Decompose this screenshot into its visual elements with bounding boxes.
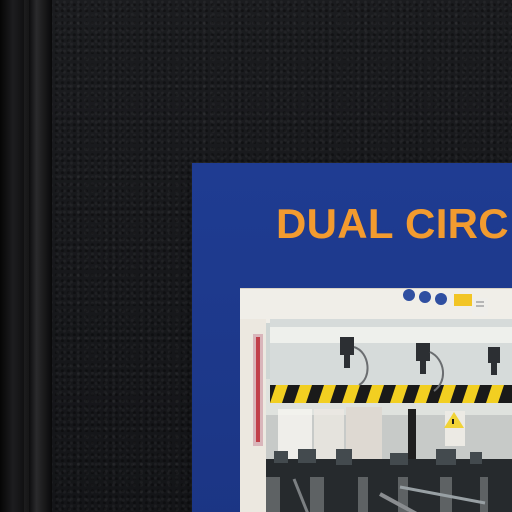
black-pillar xyxy=(0,0,52,512)
wall-scene: DUAL CIRC xyxy=(0,0,512,512)
poster: DUAL CIRC xyxy=(192,163,512,512)
pillar-highlight xyxy=(24,0,29,512)
poster-title: DUAL CIRC xyxy=(276,200,509,247)
machine-photo xyxy=(240,288,512,512)
machine-illustration xyxy=(240,289,512,512)
